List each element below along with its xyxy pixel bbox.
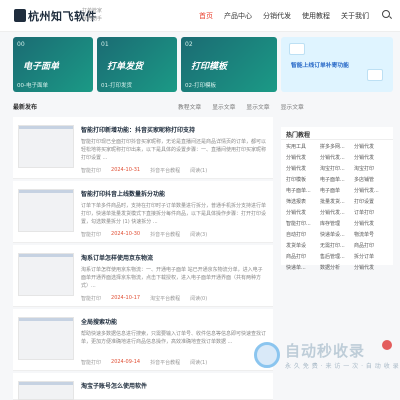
- nav-distribution[interactable]: 分销代发: [263, 11, 291, 21]
- hot-tutorials: 热门教程 实用工具 拼多多网... 分销代发 分销代发 分销代发... 分销代发 分销代发淘…: [281, 127, 393, 271]
- logo-icon[interactable]: [14, 9, 26, 22]
- sidebar-item[interactable]: 分销代发...: [354, 187, 388, 196]
- post-thumbnail[interactable]: [18, 253, 74, 296]
- sidebar-item[interactable]: 分销代发...: [320, 209, 354, 218]
- sidebar-item[interactable]: 发货单设: [286, 242, 320, 251]
- watermark: 自动秒收录 永 久 免 费 · 来 访 一 次 · 自 动 收 录: [250, 336, 400, 378]
- site-header: 杭州知飞软件 打单管家 我的助手 首页 产品中心 分销代发 使用教程 关于我们: [0, 0, 400, 32]
- post-item[interactable]: 智能打印新增功能：抖音买家昵称打印支持 智能打印现已全面打印抖音买家昵称，无论是…: [13, 117, 273, 179]
- sidebar-item[interactable]: 快递单设...: [320, 231, 354, 240]
- sidebar-item[interactable]: 快递单...: [286, 264, 320, 273]
- sidebar-item[interactable]: 分销代发: [286, 154, 320, 163]
- sidebar-item[interactable]: 拆分订单: [354, 253, 388, 262]
- sidebar-item[interactable]: 淘宝打印: [354, 165, 388, 174]
- reship-banner[interactable]: 智能上线订单补寄功能: [281, 37, 393, 92]
- tab-1[interactable]: 教程文章: [178, 102, 201, 111]
- sidebar-item[interactable]: 筛选报表: [286, 198, 320, 207]
- sidebar-item[interactable]: 电子面单: [320, 187, 354, 196]
- sidebar-item[interactable]: 自动打印: [286, 231, 320, 240]
- sidebar-item[interactable]: 商品打印: [354, 242, 388, 251]
- banner-e-waybill[interactable]: 00 电子面单 00-电子面单: [13, 37, 93, 92]
- banner-print-template[interactable]: 02 打印模板 02-打印模板: [181, 37, 277, 92]
- sidebar-item[interactable]: 分销代发: [354, 220, 388, 229]
- sidebar-item[interactable]: 分销代发: [286, 165, 320, 174]
- watermark-text: 自动秒收录: [285, 342, 366, 360]
- sidebar-item[interactable]: 电子面单...: [320, 176, 354, 185]
- post-desc: 淘系订单怎样使用京东物流：一、开通电子面单 站已开通京东物流分单，进入电子面单开…: [81, 267, 263, 289]
- sidebar-item[interactable]: 批量发货...: [320, 198, 354, 207]
- tab-3[interactable]: 显示文章: [246, 102, 269, 111]
- section-tabs: 教程文章 显示文章 显示文章 显示文章: [178, 102, 304, 111]
- sidebar-item[interactable]: 分销代发...: [320, 154, 354, 163]
- sidebar-item[interactable]: 分销代发: [354, 154, 388, 163]
- post-meta: 智能打印 2024-10-30 抖音平台教程 阅读(3): [81, 231, 208, 238]
- post-meta: 智能打印 2024-09-14 抖音平台教程 阅读(1): [81, 359, 208, 366]
- post-desc: 帮助快速多数据信息进行搜索，只需要输入订单号、收件信息等信息即可快速查找订单，更…: [81, 331, 267, 345]
- watermark-subtext: 永 久 免 费 · 来 访 一 次 · 自 动 收 录: [285, 363, 400, 370]
- post-title[interactable]: 淘宝子账号怎么使用软件: [81, 381, 267, 390]
- post-desc: 订单下单多件商品时，支持在打印时子订单数量进行拆分，普通手机拆分支持进行单打印，…: [81, 203, 267, 225]
- post-thumbnail[interactable]: [18, 317, 74, 360]
- sidebar-item[interactable]: 物流单号: [354, 231, 388, 240]
- post-title[interactable]: 智能打印新增功能：抖音买家昵称打印支持: [81, 125, 267, 134]
- nav-tutorials[interactable]: 使用教程: [302, 11, 330, 21]
- banner-print-ship[interactable]: 01 打单发货 01-打印发货: [97, 37, 177, 92]
- post-title[interactable]: 淘系订单怎样使用京东物流: [81, 253, 267, 262]
- post-item[interactable]: 淘系订单怎样使用京东物流 淘系订单怎样使用京东物流：一、开通电子面单 站已开通京…: [13, 245, 273, 307]
- post-thumbnail[interactable]: [18, 189, 74, 232]
- sidebar-item[interactable]: 分销代发: [354, 264, 388, 273]
- site-slogan: 打单管家 我的助手: [82, 8, 103, 22]
- sidebar-item[interactable]: 打印模板: [286, 176, 320, 185]
- sidebar-item[interactable]: 分销代发: [354, 143, 388, 152]
- watermark-logo: [254, 342, 280, 368]
- post-thumbnail[interactable]: [18, 125, 74, 168]
- sidebar-item[interactable]: 库存管理: [320, 220, 354, 229]
- sidebar-item[interactable]: 打印设置: [354, 198, 388, 207]
- post-thumbnail[interactable]: [18, 381, 74, 400]
- decor-card: [289, 43, 305, 55]
- sidebar-item[interactable]: 售后管理...: [320, 253, 354, 262]
- decor-card: [367, 69, 383, 81]
- post-meta: 智能打印 2024-10-31 抖音平台教程 阅读(1): [81, 167, 208, 174]
- sidebar-item[interactable]: 数据分析: [320, 264, 354, 273]
- sidebar-item[interactable]: 多店铺管: [354, 176, 388, 185]
- post-title[interactable]: 智能打印抖音上线数量拆分功能: [81, 189, 267, 198]
- post-item[interactable]: 淘宝子账号怎么使用软件: [13, 373, 273, 400]
- sidebar-list: 实用工具 拼多多网... 分销代发 分销代发 分销代发... 分销代发 分销代发 淘宝打印..…: [286, 143, 388, 273]
- sidebar-item[interactable]: 实用工具: [286, 143, 320, 152]
- tab-4[interactable]: 显示文章: [281, 102, 304, 111]
- main-nav: 首页 产品中心 分销代发 使用教程 关于我们: [199, 11, 390, 21]
- sidebar-item[interactable]: 电子面单...: [286, 187, 320, 196]
- sidebar-item[interactable]: 订单打印: [354, 209, 388, 218]
- sidebar-title: 热门教程: [281, 127, 393, 140]
- nav-about[interactable]: 关于我们: [341, 11, 369, 21]
- sidebar-item[interactable]: 无需打印...: [320, 242, 354, 251]
- sidebar-item[interactable]: 商品打印: [286, 253, 320, 262]
- sidebar-item[interactable]: 分销代发: [286, 209, 320, 218]
- search-icon[interactable]: [382, 10, 390, 18]
- tab-2[interactable]: 显示文章: [212, 102, 235, 111]
- post-item[interactable]: 全局搜索功能 帮助快速多数据信息进行搜索，只需要输入订单号、收件信息等信息即可快…: [13, 309, 273, 371]
- post-title[interactable]: 全局搜索功能: [81, 317, 267, 326]
- sidebar-item[interactable]: 拼多多网...: [320, 143, 354, 152]
- record-icon: [382, 340, 392, 350]
- sidebar-item[interactable]: 淘宝打印...: [320, 165, 354, 174]
- nav-products[interactable]: 产品中心: [224, 11, 252, 21]
- post-desc: 智能打印现已全面打印抖音买家昵称，无论是直播间还是商品详情页的订单，都可以轻松地…: [81, 139, 267, 161]
- post-item[interactable]: 智能打印抖音上线数量拆分功能 订单下单多件商品时，支持在打印时子订单数量进行拆分…: [13, 181, 273, 243]
- section-title: 最新发布: [13, 104, 38, 111]
- post-meta: 智能打印 2024-10-17 淘宝平台教程 阅读(0): [81, 295, 208, 302]
- sidebar-item[interactable]: 智能打印...: [286, 220, 320, 229]
- nav-home[interactable]: 首页: [199, 11, 213, 21]
